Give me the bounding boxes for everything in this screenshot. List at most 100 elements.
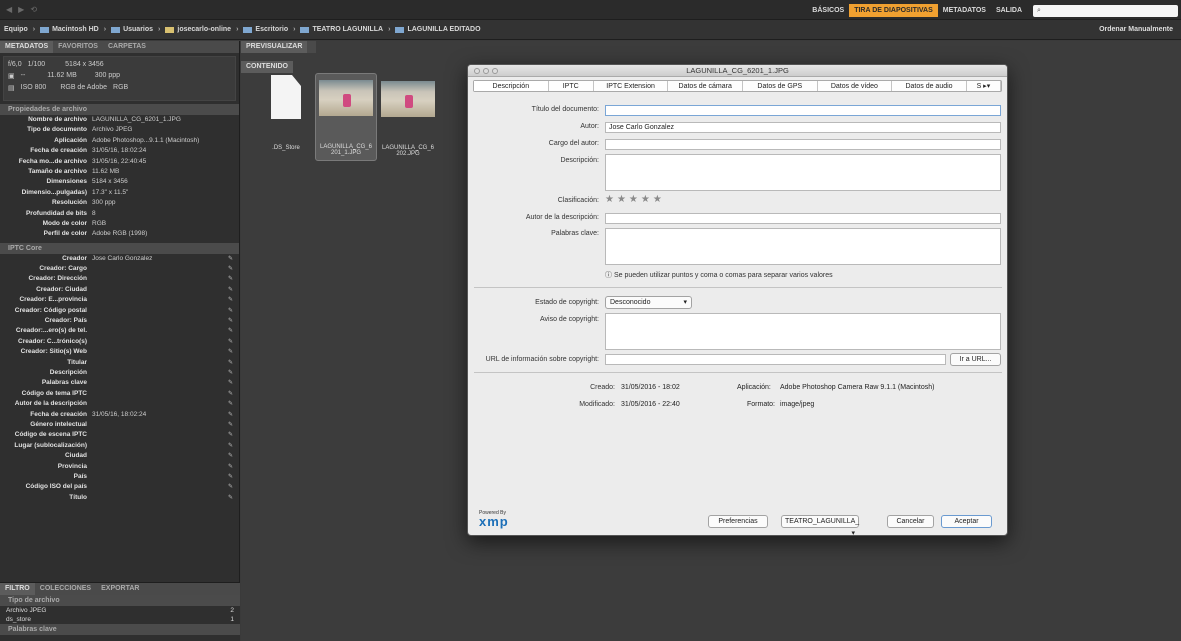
- autor-desc-input[interactable]: [605, 213, 1001, 224]
- edit-icon[interactable]: ✎: [228, 399, 233, 409]
- section-iptc[interactable]: IPTC Core: [0, 242, 239, 254]
- tab-video[interactable]: Datos de vídeo: [818, 81, 893, 91]
- file-thumb[interactable]: .DS_Store: [257, 75, 315, 163]
- descripcion-input[interactable]: [605, 154, 1001, 191]
- edit-icon[interactable]: ✎: [228, 358, 233, 368]
- go-url-button[interactable]: Ir a URL...: [950, 353, 1001, 366]
- edit-icon[interactable]: ✎: [228, 441, 233, 451]
- content-tab[interactable]: CONTENIDO: [241, 61, 293, 73]
- edit-icon[interactable]: ✎: [228, 337, 233, 347]
- metadata-key: Lugar (sublocalización): [14, 441, 87, 449]
- path-1[interactable]: Macintosh HD: [52, 26, 99, 33]
- edit-icon[interactable]: ✎: [228, 378, 233, 388]
- metadata-row: Fecha de creación 31/05/16, 18:02:24 ✎: [0, 410, 239, 420]
- section-file[interactable]: Propiedades de archivo: [0, 104, 239, 115]
- minimize-icon[interactable]: [483, 68, 489, 74]
- back-icon[interactable]: ◀: [6, 5, 12, 14]
- search-input[interactable]: ⌕: [1033, 4, 1178, 17]
- ok-button[interactable]: Aceptar: [941, 515, 992, 528]
- edit-icon[interactable]: ✎: [228, 347, 233, 357]
- path-3[interactable]: josecarlo-online: [177, 26, 231, 33]
- ws-tira[interactable]: TIRA DE DIAPOSITIVAS: [849, 4, 938, 17]
- url-input[interactable]: [605, 354, 946, 365]
- tab-camara[interactable]: Datos de cámara: [668, 81, 743, 91]
- edit-icon[interactable]: ✎: [228, 493, 233, 503]
- filter-item[interactable]: Archivo JPEG 2: [0, 606, 240, 615]
- cancel-button[interactable]: Cancelar: [887, 515, 934, 528]
- autor-input[interactable]: Jose Carlo Gonzalez: [605, 122, 1001, 133]
- tab-metadatos[interactable]: METADATOS: [0, 41, 54, 53]
- metadata-key: Creador: Ciudad: [36, 285, 87, 293]
- sort-menu[interactable]: Ordenar Manualmente: [1099, 26, 1173, 33]
- tab-iptc[interactable]: IPTC: [549, 81, 594, 91]
- tab-iptc-ext[interactable]: IPTC Extension: [594, 81, 669, 91]
- breadcrumb: Equipo › Macintosh HD › Usuarios › josecarl…: [0, 20, 1181, 40]
- path-5[interactable]: TEATRO LAGUNILLA: [312, 26, 383, 33]
- tab-exportar[interactable]: EXPORTAR: [96, 583, 144, 595]
- edit-icon[interactable]: ✎: [228, 316, 233, 326]
- nav-arrows[interactable]: ◀ ▶ ⟲: [6, 5, 37, 14]
- tab-gps[interactable]: Datos de GPS: [743, 81, 818, 91]
- tab-colecciones[interactable]: COLECCIONES: [35, 583, 96, 595]
- edit-icon[interactable]: ✎: [228, 295, 233, 305]
- edit-icon[interactable]: ✎: [228, 430, 233, 440]
- cargo-input[interactable]: [605, 139, 1001, 150]
- mode: RGB: [113, 84, 129, 91]
- close-icon[interactable]: [474, 68, 480, 74]
- tab-more[interactable]: S ▸▾: [967, 81, 1001, 91]
- edit-icon[interactable]: ✎: [228, 389, 233, 399]
- edit-icon[interactable]: ✎: [228, 285, 233, 295]
- file-thumb-selected[interactable]: LAGUNILLA_CG_6 201_1.JPG: [315, 73, 377, 161]
- tab-filtro[interactable]: FILTRO: [0, 583, 35, 595]
- path-0[interactable]: Equipo: [4, 26, 28, 33]
- creado-value: 31/05/2016 - 18:02: [621, 384, 680, 391]
- history-icon[interactable]: ⟲: [30, 5, 37, 14]
- filter-item[interactable]: ds_store 1: [0, 615, 240, 624]
- ws-salida[interactable]: SALIDA: [991, 7, 1027, 14]
- label-estado: Estado de copyright:: [535, 299, 599, 306]
- preview-tab[interactable]: PREVISUALIZAR: [241, 41, 316, 53]
- path-6[interactable]: LAGUNILLA EDITADO: [407, 26, 480, 33]
- filter-section-keywords[interactable]: Palabras clave: [0, 624, 240, 635]
- edit-icon[interactable]: ✎: [228, 306, 233, 316]
- edit-icon[interactable]: ✎: [228, 368, 233, 378]
- edit-icon[interactable]: ✎: [228, 264, 233, 274]
- forward-icon[interactable]: ▶: [18, 5, 24, 14]
- folder-icon: [395, 26, 405, 33]
- palabras-input[interactable]: [605, 228, 1001, 265]
- ws-basicos[interactable]: BÁSICOS: [807, 7, 849, 14]
- metadata-key: Título: [69, 493, 87, 501]
- tab-favoritos[interactable]: FAVORITOS: [53, 41, 103, 53]
- tab-audio[interactable]: Datos de audio: [892, 81, 967, 91]
- preferences-button[interactable]: Preferencias: [708, 515, 768, 528]
- zoom-icon[interactable]: [492, 68, 498, 74]
- tab-descripcion[interactable]: Descripción: [474, 81, 549, 91]
- tab-preview[interactable]: PREVISUALIZAR: [241, 41, 308, 53]
- template-select[interactable]: TEATRO_LAGUNILLA_ ▾: [781, 515, 859, 535]
- edit-icon[interactable]: ✎: [228, 326, 233, 336]
- tab-carpetas[interactable]: CARPETAS: [103, 41, 151, 53]
- tab-content[interactable]: CONTENIDO: [241, 61, 293, 73]
- edit-icon[interactable]: ✎: [228, 482, 233, 492]
- edit-icon[interactable]: ✎: [228, 410, 233, 420]
- edit-icon[interactable]: ✎: [228, 472, 233, 482]
- file-name: .DS_Store: [272, 145, 300, 151]
- edit-icon[interactable]: ✎: [228, 420, 233, 430]
- label-modificado: Modificado:: [579, 401, 615, 408]
- label-formato: Formato:: [747, 401, 776, 408]
- copyright-status-select[interactable]: Desconocido ▾: [605, 296, 692, 309]
- file-thumb[interactable]: LAGUNILLA_CG_6 202.JPG: [379, 75, 437, 163]
- metadata-value: 11.62 MB: [92, 167, 120, 175]
- edit-icon[interactable]: ✎: [228, 274, 233, 284]
- edit-icon[interactable]: ✎: [228, 462, 233, 472]
- path-2[interactable]: Usuarios: [123, 26, 153, 33]
- ws-metadatos[interactable]: METADATOS: [938, 7, 991, 14]
- dialog-title: LAGUNILLA_CG_6201_1.JPG: [686, 66, 789, 75]
- edit-icon[interactable]: ✎: [228, 451, 233, 461]
- aviso-input[interactable]: [605, 313, 1001, 350]
- titulo-input[interactable]: [605, 105, 1001, 116]
- edit-icon[interactable]: ✎: [228, 254, 233, 264]
- path-4[interactable]: Escritorio: [255, 26, 288, 33]
- filter-section-type[interactable]: Tipo de archivo: [0, 595, 240, 606]
- rating-stars[interactable]: ★★★★★: [605, 194, 665, 205]
